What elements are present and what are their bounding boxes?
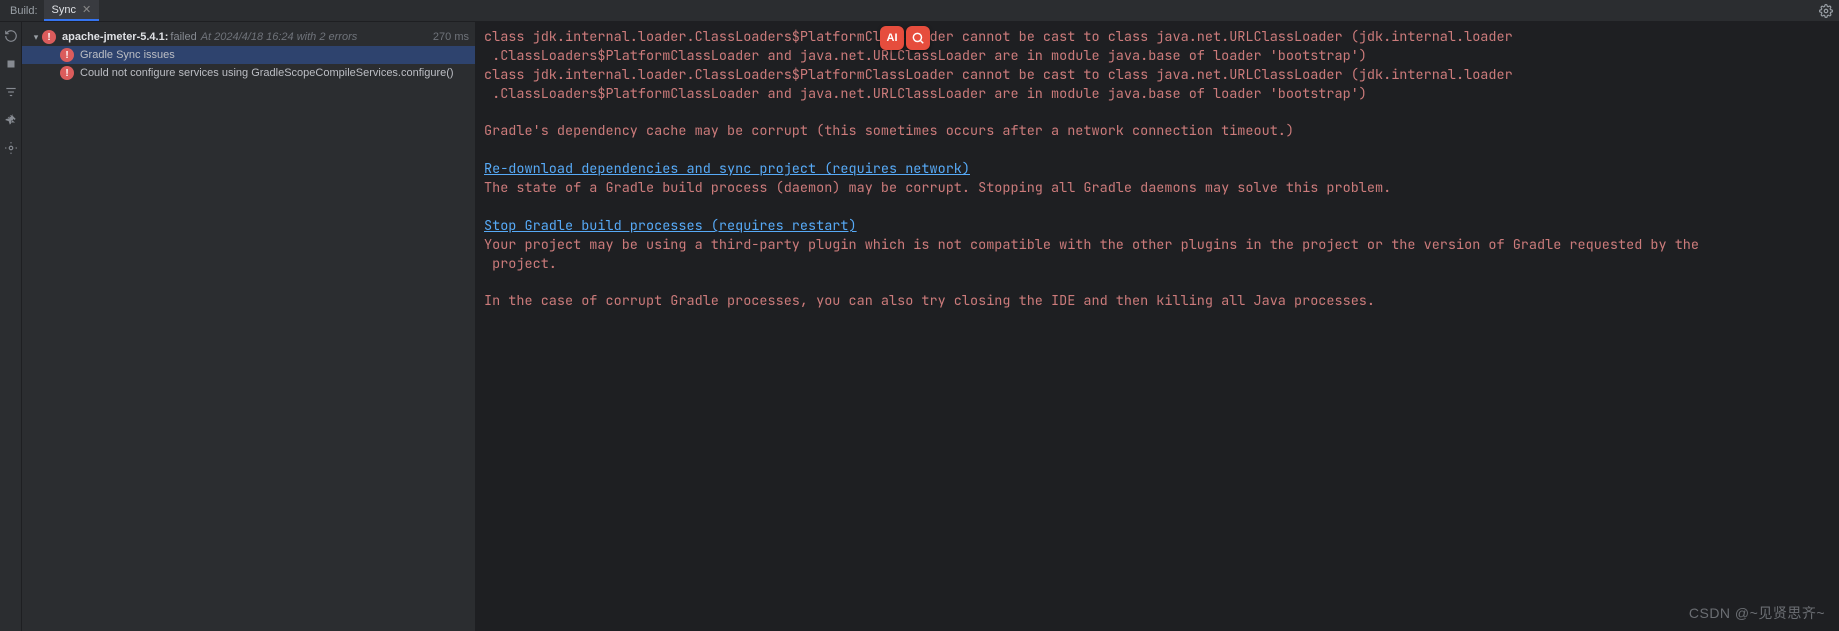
- issue-label: Could not configure services using Gradl…: [80, 67, 454, 79]
- error-line: class jdk.internal.loader.ClassLoaders$P…: [484, 28, 1513, 46]
- build-label: Build:: [4, 0, 44, 21]
- build-duration: 270 ms: [433, 31, 469, 43]
- build-tree: ▾ ! apache-jmeter-5.4.1: failed At 2024/…: [22, 22, 476, 631]
- overlay-badges: AI: [880, 26, 930, 50]
- error-line: Your project may be using a third-party …: [484, 236, 1699, 273]
- error-line: In the case of corrupt Gradle processes,…: [484, 292, 1375, 310]
- tree-issue-row[interactable]: ! Could not configure services using Gra…: [22, 64, 475, 82]
- search-badge[interactable]: [906, 26, 930, 50]
- chevron-down-icon[interactable]: ▾: [30, 32, 42, 43]
- tab-label: Sync: [52, 4, 76, 16]
- main-area: ▾ ! apache-jmeter-5.4.1: failed At 2024/…: [0, 22, 1839, 631]
- restart-icon[interactable]: [3, 28, 19, 44]
- tab-sync[interactable]: Sync ✕: [44, 0, 100, 21]
- error-icon: !: [60, 66, 74, 80]
- project-name: apache-jmeter-5.4.1:: [62, 31, 168, 43]
- error-line: .ClassLoaders$PlatformClassLoader and ja…: [484, 85, 1367, 103]
- pin-icon[interactable]: [3, 112, 19, 128]
- stop-icon[interactable]: [3, 56, 19, 72]
- ai-badge[interactable]: AI: [880, 26, 904, 50]
- console-panel: class jdk.internal.loader.ClassLoaders$P…: [476, 22, 1839, 631]
- redownload-link[interactable]: Re-download dependencies and sync projec…: [484, 160, 970, 178]
- watermark: CSDN @~见贤思齐~: [1689, 603, 1825, 623]
- build-tab-bar: Build: Sync ✕: [0, 0, 1839, 22]
- tree-issue-row[interactable]: ! Gradle Sync issues: [22, 46, 475, 64]
- error-line: Gradle's dependency cache may be corrupt…: [484, 122, 1294, 140]
- issue-label: Gradle Sync issues: [80, 49, 175, 61]
- gear-icon[interactable]: [1813, 0, 1839, 21]
- filter-icon[interactable]: [3, 84, 19, 100]
- stop-gradle-link[interactable]: Stop Gradle build processes (requires re…: [484, 217, 857, 235]
- error-line: class jdk.internal.loader.ClassLoaders$P…: [484, 66, 1513, 84]
- project-timestamp: At 2024/4/18 16:24 with 2 errors: [201, 31, 358, 43]
- error-icon: !: [42, 30, 56, 44]
- close-icon[interactable]: ✕: [82, 3, 91, 16]
- error-icon: !: [60, 48, 74, 62]
- left-toolbar: [0, 22, 22, 631]
- tree-root-row[interactable]: ▾ ! apache-jmeter-5.4.1: failed At 2024/…: [22, 28, 475, 46]
- error-line: The state of a Gradle build process (dae…: [484, 179, 1391, 197]
- console-output[interactable]: class jdk.internal.loader.ClassLoaders$P…: [476, 22, 1839, 317]
- project-status: failed: [170, 31, 196, 43]
- inspect-icon[interactable]: [3, 140, 19, 156]
